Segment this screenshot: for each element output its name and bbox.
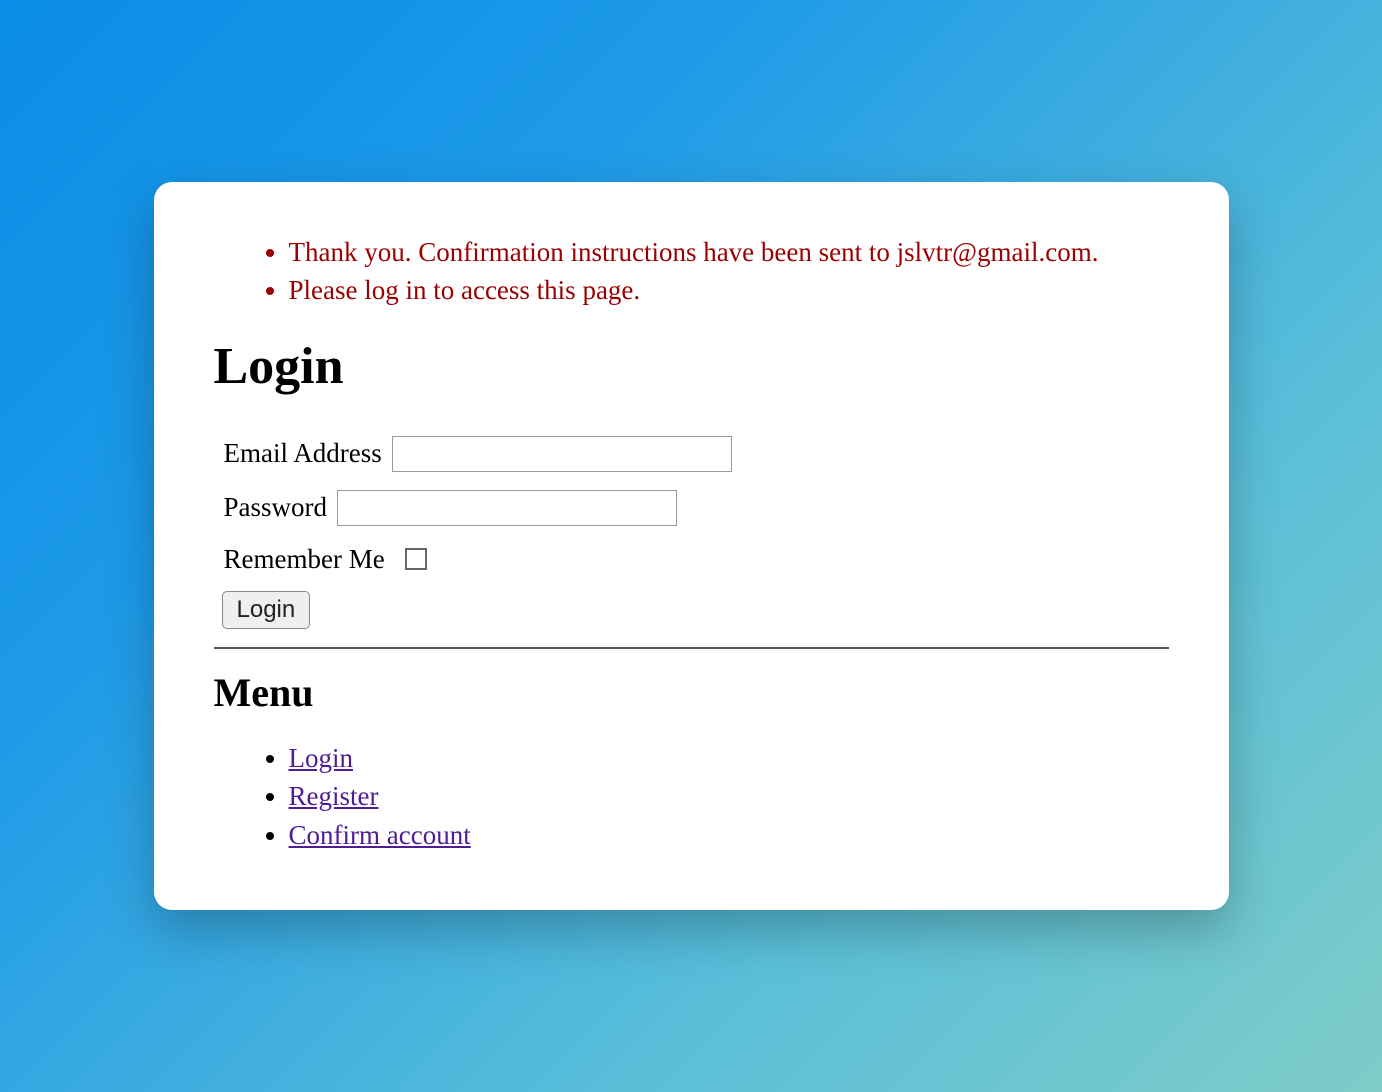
menu-link-login[interactable]: Login (289, 743, 354, 773)
menu-link-register[interactable]: Register (289, 781, 379, 811)
list-item: Register (289, 778, 1169, 814)
page-title: Login (214, 337, 1169, 396)
menu-title: Menu (214, 669, 1169, 716)
email-row: Email Address (224, 436, 1169, 472)
login-button[interactable]: Login (222, 591, 311, 629)
flash-message: Thank you. Confirmation instructions hav… (289, 234, 1169, 270)
divider (214, 647, 1169, 649)
password-row: Password (224, 490, 1169, 526)
password-field[interactable] (337, 490, 677, 526)
login-card: Thank you. Confirmation instructions hav… (154, 182, 1229, 910)
list-item: Login (289, 740, 1169, 776)
flash-message: Please log in to access this page. (289, 272, 1169, 308)
remember-checkbox[interactable] (405, 548, 427, 570)
menu-link-confirm-account[interactable]: Confirm account (289, 820, 471, 850)
list-item: Confirm account (289, 817, 1169, 853)
login-form: Email Address Password Remember Me Login (214, 436, 1169, 629)
menu-list: Login Register Confirm account (214, 740, 1169, 853)
password-label: Password (224, 492, 328, 523)
email-label: Email Address (224, 438, 382, 469)
remember-label: Remember Me (224, 544, 385, 575)
flash-message-list: Thank you. Confirmation instructions hav… (214, 234, 1169, 309)
email-field[interactable] (392, 436, 732, 472)
remember-row: Remember Me (224, 544, 1169, 575)
